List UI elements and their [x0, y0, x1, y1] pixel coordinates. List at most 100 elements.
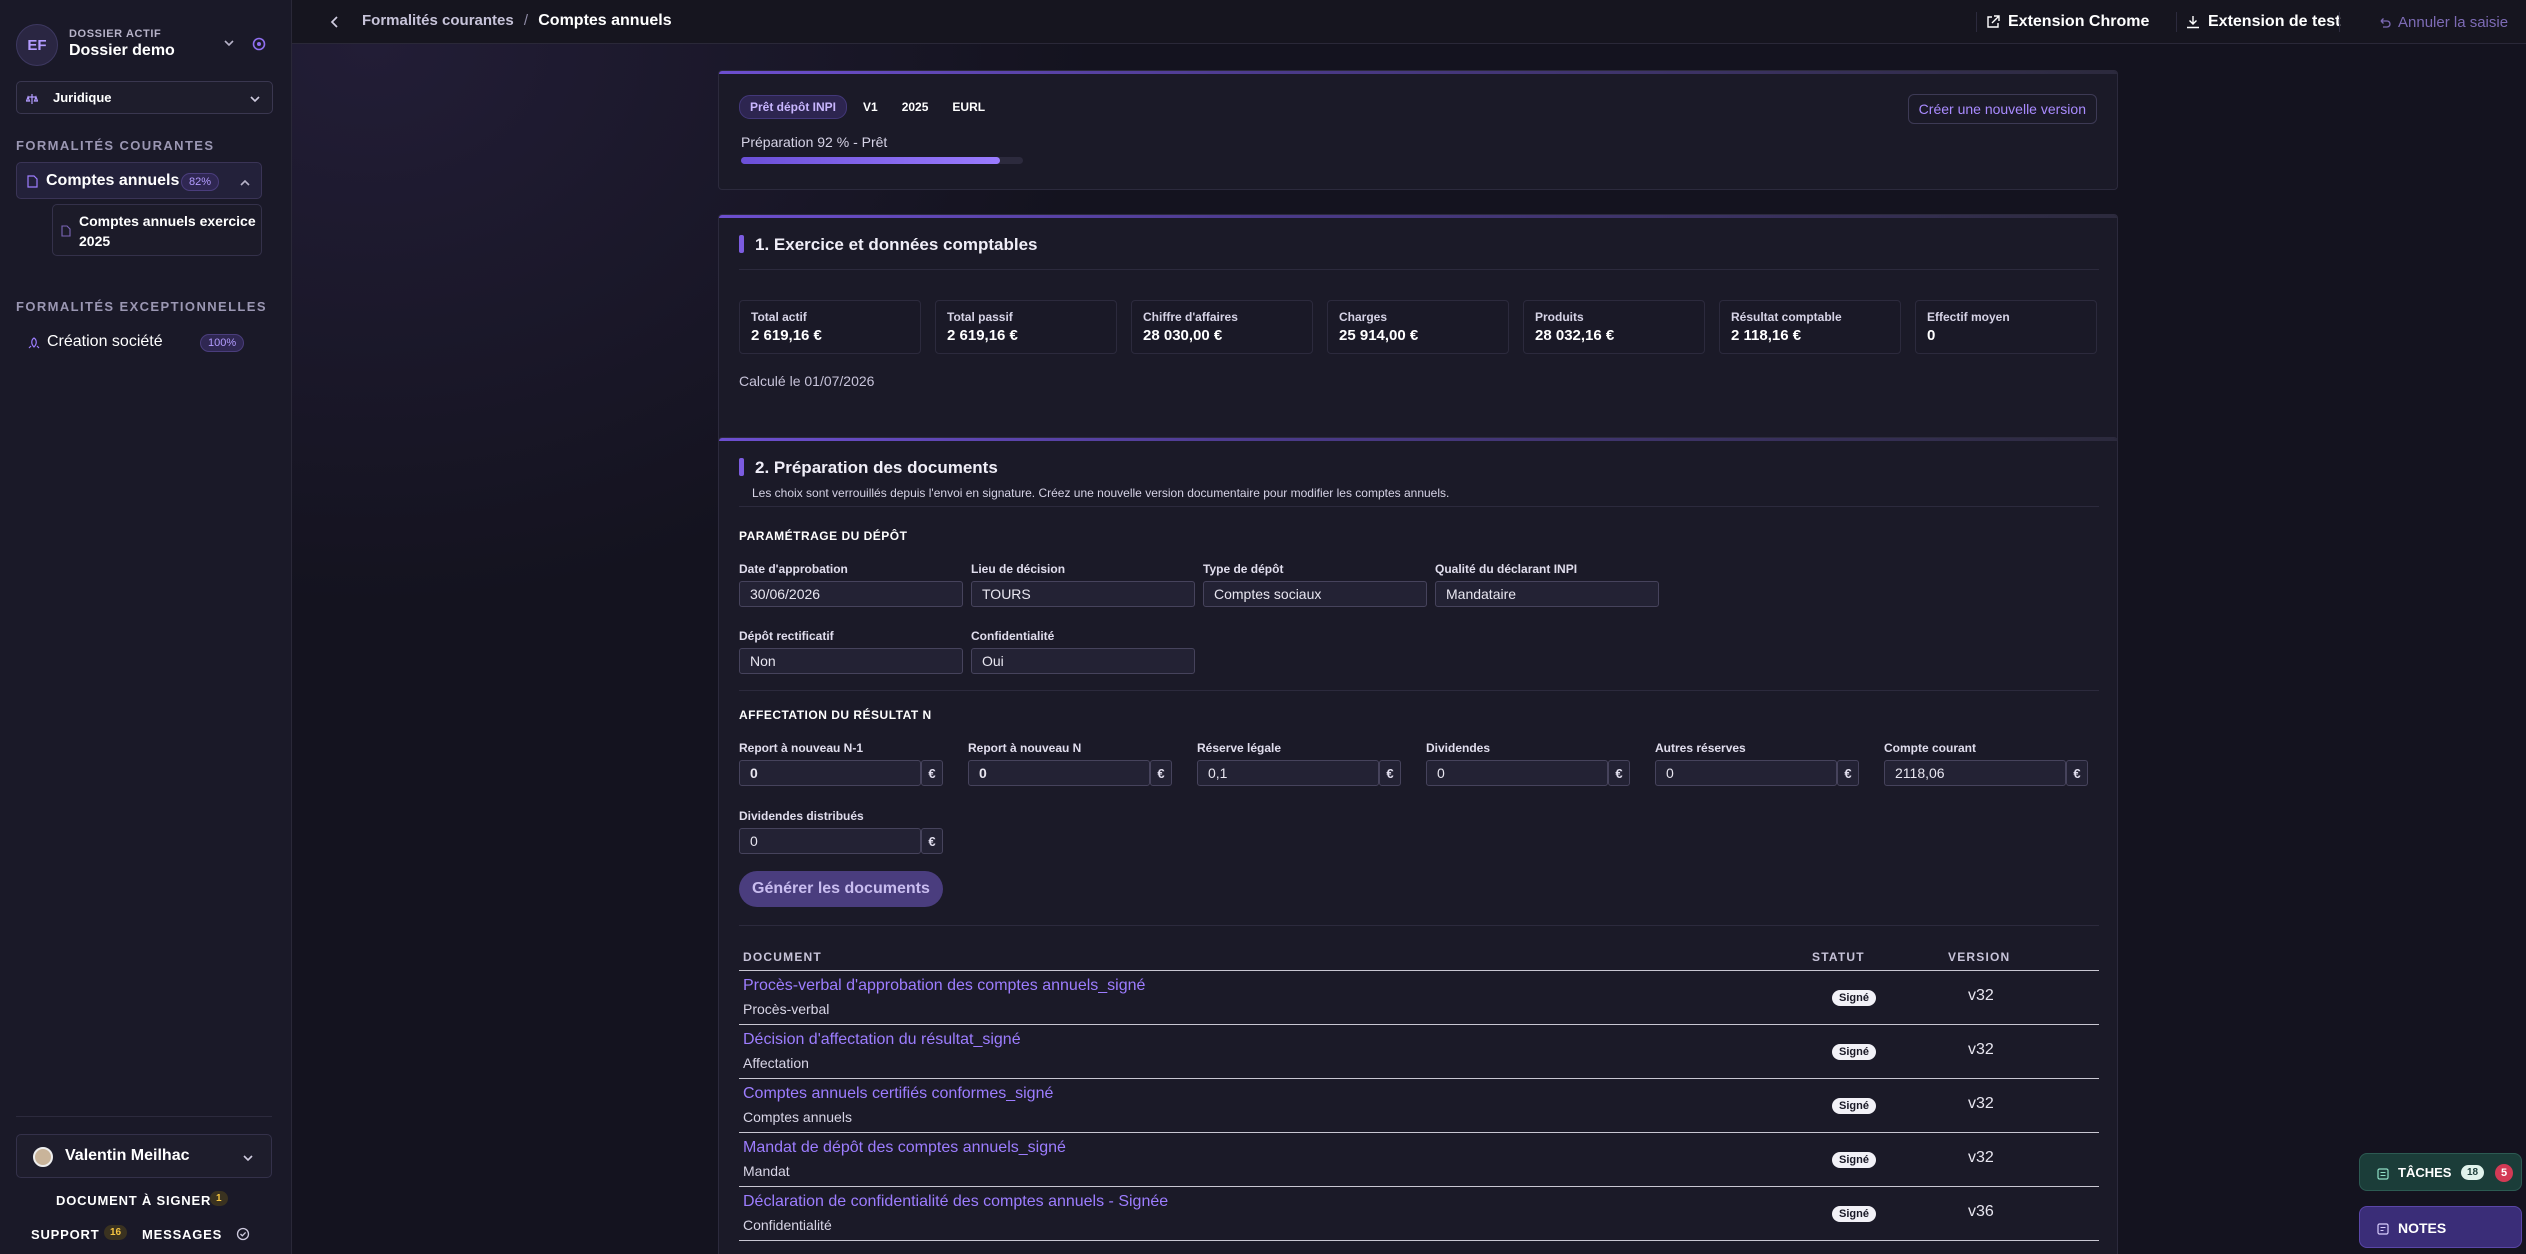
- date-approbation-input[interactable]: [750, 586, 952, 602]
- dividendes-field[interactable]: 0: [1426, 760, 1608, 786]
- report-n1-value: 0: [750, 765, 758, 781]
- dividendes-distribues-value: 0: [750, 833, 758, 849]
- stat-card: Chiffre d'affaires 28 030,00 €: [1131, 300, 1313, 354]
- document-version: v32: [1968, 987, 1994, 1004]
- chevron-up-icon[interactable]: [239, 176, 251, 188]
- document-title-link[interactable]: Déclaration de confidentialité des compt…: [743, 1193, 1168, 1211]
- undo-label: Annuler la saisie: [2398, 13, 2509, 31]
- param-heading: PARAMÉTRAGE DU DÉPÔT: [739, 529, 908, 543]
- compte-courant-field[interactable]: 2118,06: [1884, 760, 2066, 786]
- sidebar-subitem-exercice-2025[interactable]: Comptes annuels exercice 2025: [52, 204, 262, 256]
- breadcrumb-separator: /: [523, 12, 529, 29]
- extension-chrome-button[interactable]: Extension Chrome: [1986, 10, 2149, 34]
- sidebar-item-comptes-annuels[interactable]: Comptes annuels 82%: [16, 162, 262, 199]
- generate-documents-button[interactable]: Générer les documents: [739, 871, 943, 907]
- stat-value: 2 619,16 €: [751, 327, 822, 344]
- report-n1-field[interactable]: 0: [739, 760, 921, 786]
- autres-reserves-field[interactable]: 0: [1655, 760, 1837, 786]
- document-title-link[interactable]: Mandat de dépôt des comptes annuels_sign…: [743, 1139, 1066, 1157]
- user-name: Valentin Meilhac: [65, 1147, 190, 1164]
- extension-test-button[interactable]: Extension de test: [2186, 10, 2340, 34]
- progress-badge: 100%: [200, 334, 245, 352]
- dossier-label: DOSSIER ACTIF: [69, 28, 162, 40]
- chevron-down-icon: [242, 1151, 254, 1163]
- date-approbation-field[interactable]: [739, 581, 963, 607]
- dossier-avatar[interactable]: EF: [16, 24, 58, 66]
- confidentialite-field[interactable]: Oui: [971, 648, 1195, 674]
- dividendes-label: Dividendes: [1426, 741, 1491, 755]
- document-version: v36: [1968, 1203, 1994, 1220]
- currency-suffix: €: [921, 828, 943, 854]
- depot-rectificatif-value: Non: [750, 653, 776, 669]
- status-badge: Signé: [1832, 1098, 1876, 1114]
- currency-suffix: €: [1837, 760, 1859, 786]
- section-divider: [739, 269, 2099, 270]
- depot-rectificatif-field[interactable]: Non: [739, 648, 963, 674]
- card-accent: [719, 71, 2117, 74]
- stat-value: 28 032,16 €: [1535, 327, 1615, 344]
- tasks-button[interactable]: TÂCHES 18 5: [2359, 1153, 2522, 1191]
- back-chevron-icon[interactable]: [328, 15, 342, 29]
- dividendes-distribues-field[interactable]: 0: [739, 828, 921, 854]
- currency-symbol: €: [2073, 765, 2081, 781]
- messages-check-icon[interactable]: [236, 1227, 250, 1241]
- breadcrumb-parent[interactable]: Formalités courantes: [362, 12, 514, 29]
- settings-gear-icon[interactable]: [251, 36, 267, 52]
- undo-icon: [2380, 17, 2391, 28]
- document-to-sign-link[interactable]: DOCUMENT À SIGNER: [56, 1193, 211, 1208]
- card-accent: [719, 438, 2117, 441]
- qualite-declarant-label: Qualité du déclarant INPI: [1435, 562, 1578, 576]
- progress-bar-fill: [741, 157, 1001, 164]
- document-type: Confidentialité: [743, 1217, 832, 1233]
- qualite-declarant-field[interactable]: Mandataire: [1435, 581, 1659, 607]
- table-row: Comptes annuels certifiés conformes_sign…: [739, 1079, 2099, 1132]
- undo-entry-button[interactable]: Annuler la saisie: [2378, 10, 2508, 34]
- type-depot-field[interactable]: Comptes sociaux: [1203, 581, 1427, 607]
- compte-courant-value: 2118,06: [1895, 765, 1945, 781]
- section-exceptionnelles-heading: FORMALITÉS EXCEPTIONNELLES: [16, 299, 267, 314]
- type-depot-label: Type de dépôt: [1203, 562, 1284, 576]
- progress-badge: 82%: [181, 173, 220, 191]
- currency-symbol: €: [928, 765, 936, 781]
- messages-link[interactable]: MESSAGES: [142, 1227, 222, 1242]
- document-title-link[interactable]: Procès-verbal d'approbation des comptes …: [743, 977, 1145, 995]
- lieu-decision-field[interactable]: TOURS: [971, 581, 1195, 607]
- report-n-field[interactable]: 0: [968, 760, 1150, 786]
- currency-symbol: €: [1844, 765, 1852, 781]
- tasks-label: TÂCHES: [2398, 1165, 2452, 1180]
- section-title: 2. Préparation des documents: [755, 458, 998, 477]
- extension-test-label: Extension de test: [2208, 13, 2341, 30]
- status-badge: Signé: [1832, 1152, 1876, 1168]
- external-link-icon: [1987, 15, 2000, 28]
- confidentialite-label: Confidentialité: [971, 629, 1055, 643]
- status-card: Prêt dépôt INPI V1 2025 EURL Préparation…: [718, 70, 2118, 190]
- dossier-chevron-icon[interactable]: [222, 36, 236, 50]
- version-chip: V1: [863, 100, 878, 114]
- document-icon: [61, 224, 71, 237]
- chevron-down-icon: [249, 92, 261, 104]
- notes-button[interactable]: NOTES: [2359, 1206, 2522, 1248]
- section-marker: [739, 235, 744, 253]
- status-badge: Signé: [1832, 1206, 1876, 1222]
- user-menu[interactable]: Valentin Meilhac: [16, 1134, 272, 1178]
- status-badge: Signé: [1832, 990, 1876, 1006]
- new-version-button[interactable]: Créer une nouvelle version: [1907, 94, 2097, 124]
- tasks-alert-count: 5: [2495, 1164, 2513, 1182]
- reserve-legale-field[interactable]: 0,1: [1197, 760, 1379, 786]
- status-chips: Prêt dépôt INPI V1 2025 EURL: [739, 95, 993, 119]
- dividendes-value: 0: [1437, 765, 1445, 781]
- sidebar-subitem-label: Comptes annuels exercice 2025: [79, 213, 256, 249]
- support-link[interactable]: SUPPORT: [31, 1227, 99, 1242]
- extension-chrome-label: Extension Chrome: [2008, 13, 2150, 30]
- stat-label: Résultat comptable: [1731, 310, 1842, 324]
- currency-symbol: €: [1157, 765, 1165, 781]
- stat-card: Total actif 2 619,16 €: [739, 300, 921, 354]
- sidebar-divider: [16, 1116, 272, 1117]
- category-select[interactable]: Juridique: [16, 81, 273, 114]
- document-title-link[interactable]: Comptes annuels certifiés conformes_sign…: [743, 1085, 1053, 1103]
- stats-row: Total actif 2 619,16 € Total passif 2 619,1…: [739, 300, 2097, 354]
- support-count: 16: [104, 1225, 128, 1240]
- stat-label: Total passif: [947, 310, 1013, 324]
- document-title-link[interactable]: Décision d'affectation du résultat_signé: [743, 1031, 1021, 1049]
- sidebar-item-creation-societe[interactable]: Création société 100%: [16, 327, 262, 357]
